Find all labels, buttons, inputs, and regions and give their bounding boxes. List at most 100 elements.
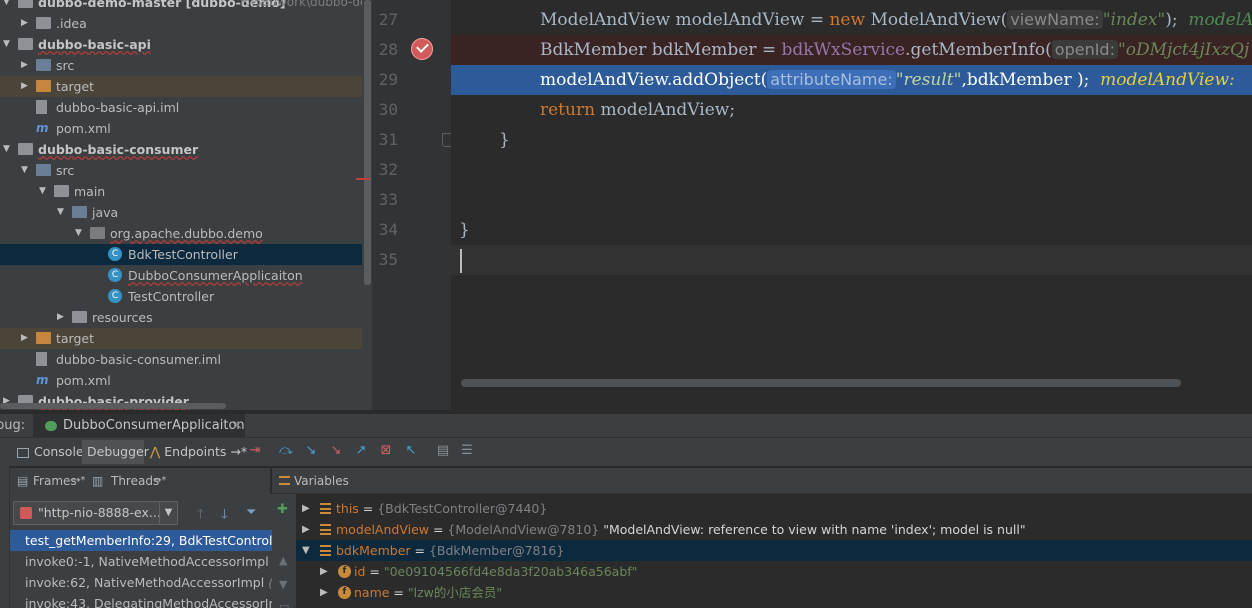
collapse-arrow-icon[interactable]: ▼ [302, 540, 310, 561]
tree-item-label: .idea [56, 16, 87, 31]
field-icon: f [338, 565, 351, 578]
expand-arrow-icon[interactable]: ▶ [302, 519, 310, 540]
tree-item[interactable]: C DubboConsumerApplicaiton [0, 265, 362, 286]
move-up-icon[interactable]: ▲ [279, 554, 287, 567]
move-down-icon[interactable]: ▼ [279, 578, 287, 591]
chevron-down-icon[interactable]: ▼ [159, 502, 177, 524]
collapse-arrow-icon[interactable]: ▼ [21, 160, 31, 181]
editor-hscroll-thumb[interactable] [461, 379, 1181, 387]
tab-debugger[interactable]: Debugger [82, 440, 149, 464]
pin-frames-icon[interactable]: →* [72, 468, 85, 494]
project-scroll-thumb[interactable] [364, 0, 371, 285]
tree-item[interactable]: ▼ org.apache.dubbo.demo [0, 223, 362, 244]
tree-item[interactable]: ▼ src [0, 160, 362, 181]
force-step-into-icon[interactable]: ↘ [328, 443, 344, 459]
variable-row[interactable]: ▶ f id = "0e09104566fd4e8da3f20ab346a56abf… [296, 561, 1252, 582]
evaluate-expression-icon[interactable]: ▤ [435, 443, 451, 459]
tree-item[interactable]: ▶ resources [0, 307, 362, 328]
class-icon: C [108, 289, 122, 303]
tree-item[interactable]: m pom.xml [0, 370, 362, 391]
tree-item-label: java [92, 205, 119, 220]
variable-str: "lzw的小店会员" [407, 585, 503, 600]
expand-arrow-icon[interactable]: ▶ [57, 307, 67, 328]
tree-item[interactable]: ▼ dubbo-basic-api [0, 34, 362, 55]
step-over-icon[interactable]: ⤼ [278, 443, 294, 459]
tree-item[interactable]: ▼ main [0, 181, 362, 202]
project-hscroll-thumb[interactable] [0, 403, 226, 409]
close-icon[interactable]: × [232, 414, 243, 437]
show-execution-point-icon[interactable]: ⇥ [247, 443, 263, 459]
run-to-cursor-icon[interactable]: ↖ [403, 443, 419, 459]
variable-row[interactable]: ▶ f name = "lzw的小店会员" [296, 582, 1252, 603]
tree-item[interactable]: ▼ java [0, 202, 362, 223]
threads-tab[interactable]: Threads [111, 468, 159, 494]
expand-arrow-icon[interactable]: ▶ [302, 498, 310, 519]
tree-item[interactable]: ▶ target [0, 76, 362, 97]
expand-arrow-icon[interactable]: ▶ [21, 328, 31, 349]
drop-frame-icon[interactable]: ⊠ [378, 443, 394, 459]
expand-arrow-icon[interactable]: ▶ [21, 55, 31, 76]
expand-arrow-icon[interactable]: ▶ [320, 582, 328, 603]
stack-frame[interactable]: test_getMemberInfo:29, BdkTestController [10, 530, 272, 551]
code-line-34: } [451, 215, 1252, 245]
variable-row[interactable]: ▶ this = {BdkTestController@7440} [296, 498, 1252, 519]
frame-method: invoke:62, NativeMethodAccessorImpl [25, 575, 265, 590]
variable-row[interactable]: ▶ modelAndView = {ModelAndView@7810} "Mod… [296, 519, 1252, 540]
variable-name: modelAndView [336, 522, 429, 537]
previous-frame-icon[interactable]: 🡑 [197, 505, 204, 527]
fold-marker-icon[interactable] [442, 133, 451, 147]
frames-tab[interactable]: Frames [33, 468, 77, 494]
filter-icon[interactable]: ⏷ [246, 505, 256, 520]
source-folder-icon [36, 164, 51, 176]
stack-frame[interactable]: invoke:43, DelegatingMethodAccessorImp [10, 593, 272, 608]
tree-item[interactable]: m pom.xml [0, 118, 362, 139]
code-editor[interactable]: ModelAndView modelAndView = new ModelAnd… [451, 0, 1252, 410]
stack-frame[interactable]: invoke0:-1, NativeMethodAccessorImpl(s [10, 551, 272, 572]
trace-current-stream-icon[interactable]: ☰ [459, 443, 475, 459]
step-into-icon[interactable]: ↘ [303, 443, 319, 459]
expand-arrow-icon[interactable]: ▶ [21, 76, 31, 97]
debug-session-tab[interactable]: DubboConsumerApplicaiton × [33, 414, 245, 437]
variables-icon [279, 476, 290, 485]
tree-item[interactable]: dubbo-basic-consumer.iml [0, 349, 362, 370]
tree-item[interactable]: ▼ dubbo-basic-consumer [0, 139, 362, 160]
collapse-arrow-icon[interactable]: ▼ [39, 181, 49, 202]
tab-console[interactable]: Console [12, 440, 84, 464]
editor-gutter: 27 28 29 30 31 32 33 34 35 [372, 0, 451, 410]
copy-icon[interactable]: ▭ [279, 600, 289, 608]
variable-eq: = [410, 543, 429, 558]
thread-select[interactable]: "http-nio-8888-ex... ▼ [13, 501, 178, 525]
threads-icon: ▥ [92, 474, 104, 488]
variables-tree[interactable]: ▶ this = {BdkTestController@7440} ▶ modelAn… [296, 494, 1252, 608]
code-line-35 [451, 245, 1252, 275]
collapse-arrow-icon[interactable]: ▼ [75, 223, 85, 244]
tree-item[interactable]: ▼ dubbo-demo-master [dubbo-demo] F:\580wor… [0, 0, 367, 13]
collapse-arrow-icon[interactable]: ▼ [57, 202, 67, 223]
collapse-arrow-icon[interactable]: ▼ [3, 34, 13, 55]
expand-arrow-icon[interactable]: ▶ [320, 561, 328, 582]
next-frame-icon[interactable]: 🡓 [221, 505, 228, 527]
tab-endpoints[interactable]: ⋀ Endpoints →* [148, 440, 247, 464]
expand-arrow-icon[interactable]: ▶ [21, 13, 31, 34]
tree-item[interactable]: ▶ src [0, 55, 362, 76]
tree-item[interactable]: C TestController [0, 286, 362, 307]
step-out-icon[interactable]: ↗ [353, 443, 369, 459]
breakpoint-icon[interactable] [411, 38, 433, 60]
collapse-arrow-icon[interactable]: ▼ [3, 0, 13, 13]
tree-item[interactable]: ▶ .idea [0, 13, 362, 34]
code-keyword: new [829, 10, 866, 30]
tree-item[interactable]: ▶ target [0, 328, 362, 349]
stack-frame[interactable]: invoke:62, NativeMethodAccessorImpl(su [10, 572, 272, 593]
project-scrollbar[interactable] [362, 0, 372, 410]
code-line-27: ModelAndView modelAndView = new ModelAnd… [451, 5, 1252, 35]
tree-item[interactable]: C BdkTestController [0, 244, 362, 265]
pin-threads-icon[interactable]: →* [153, 468, 166, 494]
variable-row[interactable]: ▼ bdkMember = {BdkMember@7816} [296, 540, 1252, 561]
pin-tab-icon[interactable]: →* [230, 444, 247, 459]
debug-toolwindow-header: bug: DubboConsumerApplicaiton × [0, 414, 1252, 438]
new-watch-icon[interactable]: ✚ [277, 502, 288, 517]
tree-item[interactable]: dubbo-basic-api.iml [0, 97, 362, 118]
line-number: 30 [378, 100, 398, 119]
collapse-arrow-icon[interactable]: ▼ [3, 139, 13, 160]
tree-item-label: dubbo-basic-api.iml [56, 100, 180, 115]
